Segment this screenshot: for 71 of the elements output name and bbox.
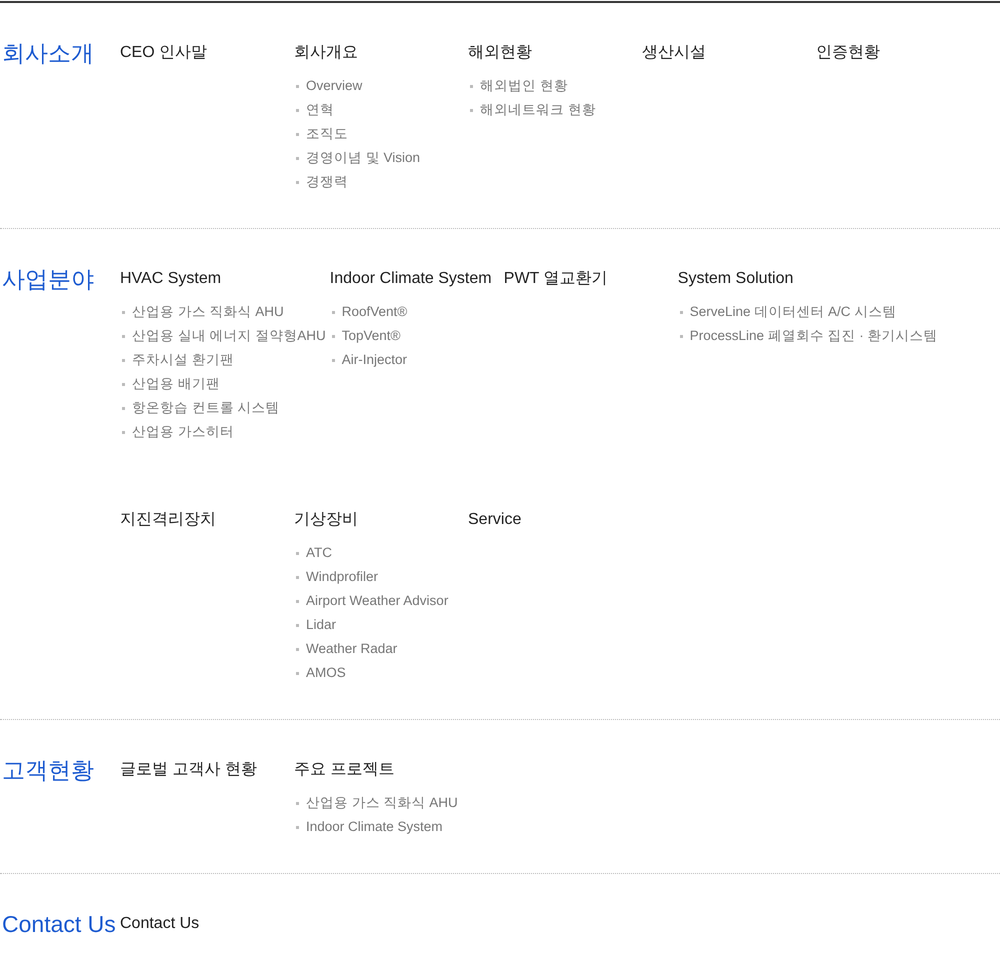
section-title[interactable]: Contact Us bbox=[2, 911, 116, 937]
bullet-icon bbox=[122, 430, 125, 434]
bullet-icon bbox=[122, 358, 125, 362]
submenu-link[interactable]: 연혁 bbox=[306, 100, 334, 120]
bullet-icon bbox=[296, 624, 299, 626]
bullet-icon bbox=[470, 108, 473, 112]
bullet-icon bbox=[296, 802, 299, 804]
bullet-icon bbox=[680, 334, 683, 338]
bullet-icon bbox=[470, 84, 473, 88]
section-title[interactable]: 고객현황 bbox=[2, 757, 94, 783]
submenu-link[interactable]: Weather Radar bbox=[306, 638, 398, 660]
submenu-link[interactable]: 해외네트워크 현황 bbox=[480, 100, 596, 120]
submenu-link[interactable]: 산업용 배기팬 bbox=[132, 374, 220, 394]
submenu-link[interactable]: 산업용 실내 에너지 절약형AHU bbox=[132, 326, 326, 346]
submenu-link[interactable]: 항온항습 컨트롤 시스템 bbox=[132, 398, 280, 418]
submenu-link[interactable]: ServeLine 데이터센터 A/C 시스템 bbox=[690, 302, 896, 322]
menu-heading[interactable]: 해외현황 bbox=[468, 43, 532, 63]
submenu-link[interactable]: ATC bbox=[306, 542, 332, 564]
submenu-link[interactable]: Air-Injector bbox=[342, 350, 408, 370]
menu-heading[interactable]: 지진격리장치 bbox=[120, 510, 216, 530]
submenu-link[interactable]: 산업용 가스히터 bbox=[132, 422, 234, 442]
bullet-icon bbox=[680, 310, 683, 314]
menu-heading[interactable]: HVAC System bbox=[120, 269, 222, 289]
menu-heading[interactable]: 회사개요 bbox=[294, 43, 358, 63]
submenu-link[interactable]: Lidar bbox=[306, 614, 336, 636]
menu-heading[interactable]: Service bbox=[468, 510, 522, 530]
submenu-link[interactable]: 해외법인 현황 bbox=[480, 76, 568, 96]
bullet-icon bbox=[296, 552, 299, 554]
menu-heading[interactable]: PWT 열교환기 bbox=[504, 269, 608, 289]
menu-heading[interactable]: 글로벌 고객사 현황 bbox=[120, 760, 257, 780]
bullet-icon bbox=[332, 310, 335, 314]
menu-heading[interactable]: 인증현황 bbox=[816, 43, 880, 63]
bullet-icon bbox=[122, 310, 125, 314]
submenu-link[interactable]: Windprofiler bbox=[306, 566, 378, 588]
bullet-icon bbox=[122, 334, 125, 338]
bullet-icon bbox=[296, 672, 299, 674]
bullet-icon bbox=[296, 600, 299, 602]
menu-heading[interactable]: 생산시설 bbox=[642, 43, 706, 63]
section-title[interactable]: 사업분야 bbox=[2, 266, 94, 292]
submenu-link[interactable]: Airport Weather Advisor bbox=[306, 590, 448, 612]
submenu-link[interactable]: Indoor Climate System bbox=[306, 816, 443, 838]
submenu-link[interactable]: RoofVent® bbox=[342, 302, 408, 322]
bullet-icon bbox=[332, 334, 335, 338]
bullet-icon bbox=[296, 108, 299, 112]
submenu-link[interactable]: 산업용 가스 직화식 AHU bbox=[132, 302, 284, 322]
submenu-link[interactable]: ProcessLine 폐열회수 집진 · 환기시스템 bbox=[690, 326, 938, 346]
bullet-icon bbox=[122, 382, 125, 386]
bullet-icon bbox=[296, 132, 299, 136]
submenu-link[interactable]: 경영이념 및 Vision bbox=[306, 148, 420, 168]
submenu-link[interactable]: TopVent® bbox=[342, 326, 401, 346]
bullet-icon bbox=[296, 826, 299, 828]
bullet-icon bbox=[296, 156, 299, 160]
bullet-icon bbox=[332, 358, 335, 362]
bullet-icon bbox=[296, 576, 299, 578]
bullet-icon bbox=[296, 648, 299, 650]
section-title[interactable]: 회사소개 bbox=[2, 40, 94, 66]
bullet-icon bbox=[296, 180, 299, 184]
bullet-icon bbox=[122, 406, 125, 410]
bullet-icon bbox=[296, 84, 299, 88]
submenu-link[interactable]: Overview bbox=[306, 76, 362, 96]
submenu-link[interactable]: 조직도 bbox=[306, 124, 348, 144]
submenu-link[interactable]: AMOS bbox=[306, 662, 346, 684]
menu-heading[interactable]: System Solution bbox=[678, 269, 794, 289]
menu-heading[interactable]: 기상장비 bbox=[294, 510, 358, 530]
menu-heading[interactable]: CEO 인사말 bbox=[120, 43, 208, 63]
menu-heading[interactable]: Indoor Climate System bbox=[330, 269, 492, 289]
menu-heading[interactable]: Contact Us bbox=[120, 914, 200, 934]
submenu-link[interactable]: 주차시설 환기팬 bbox=[132, 350, 234, 370]
submenu-link[interactable]: 경쟁력 bbox=[306, 172, 348, 192]
submenu-link[interactable]: 산업용 가스 직화식 AHU bbox=[306, 792, 458, 814]
menu-heading[interactable]: 주요 프로젝트 bbox=[294, 760, 394, 780]
